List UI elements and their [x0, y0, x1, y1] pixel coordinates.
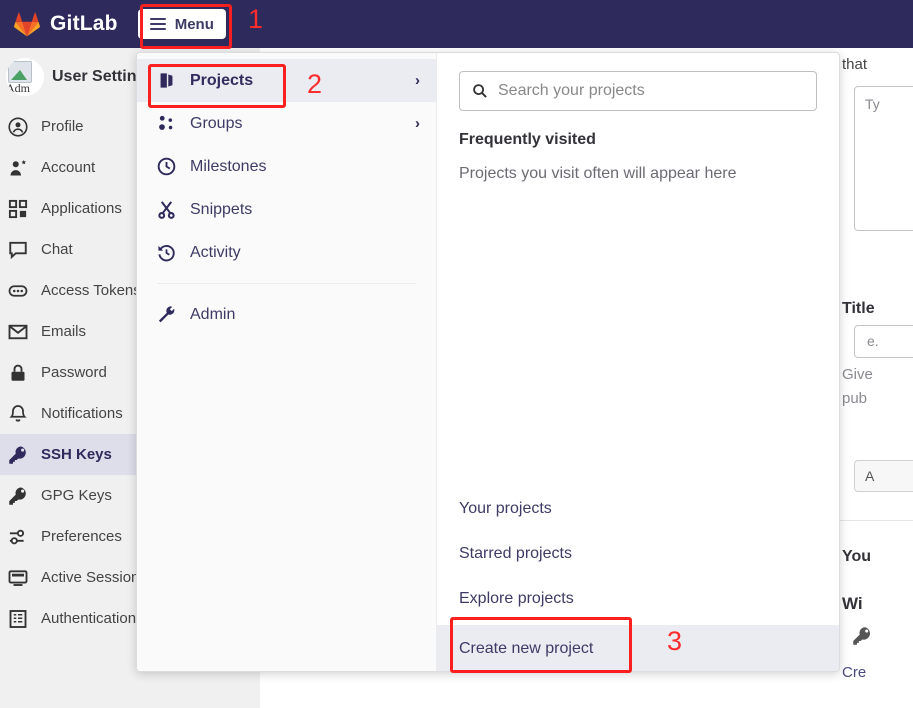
main-menu-dropdown: Projects › Groups › Milestones Snippets …	[136, 52, 840, 672]
title-input[interactable]: e.	[854, 325, 913, 358]
sidebar-item-label: Emails	[41, 323, 87, 340]
key-icon	[9, 487, 26, 505]
wrench-icon	[158, 306, 175, 323]
chevron-right-icon: ›	[415, 72, 420, 89]
sidebar-item-label: Account	[41, 159, 96, 176]
snippets-menu-item[interactable]: Snippets	[137, 188, 436, 231]
chevron-right-icon: ›	[415, 115, 420, 132]
dropdown-right-column: Search your projects Frequently visited …	[437, 53, 839, 671]
title-placeholder: e.	[867, 333, 879, 349]
history-icon	[158, 245, 175, 262]
projects-menu-item[interactable]: Projects ›	[137, 59, 436, 102]
avatar-alt-text: Adm	[6, 81, 30, 95]
search-placeholder: Search your projects	[498, 82, 645, 99]
menu-item-label: Projects	[190, 71, 254, 89]
applications-grid-icon	[8, 199, 28, 218]
search-icon	[473, 84, 487, 98]
search-area: Search your projects	[437, 53, 839, 111]
menu-button-label: Menu	[174, 15, 214, 33]
lock-icon	[11, 364, 25, 381]
menu-item-label: Admin	[190, 305, 236, 323]
sidebar-item-label: Profile	[41, 118, 84, 135]
description-textarea[interactable]: Ty	[854, 86, 913, 231]
title-label: Title	[842, 300, 875, 317]
key-name-heading: Wi	[842, 594, 863, 613]
clock-icon	[157, 157, 176, 176]
account-gear-icon	[10, 159, 26, 175]
menu-button[interactable]: Menu	[137, 9, 226, 39]
your-projects-link[interactable]: Your projects	[437, 486, 839, 531]
frequently-visited-empty-text: Projects you visit often will appear her…	[459, 165, 737, 182]
hamburger-icon	[149, 18, 166, 30]
key-created-text: Cre	[842, 664, 867, 681]
menu-item-label: Snippets	[190, 200, 253, 218]
description-placeholder: Ty	[865, 96, 880, 112]
sidebar-item-label: Access Tokens	[41, 282, 141, 299]
envelope-icon	[8, 324, 28, 339]
menu-button-wrap: Menu	[137, 9, 226, 39]
bell-icon	[9, 404, 27, 422]
token-icon	[8, 284, 28, 297]
page-content-right: that Ty Title e. Give pub A You Wi Cre	[838, 48, 913, 708]
gitlab-tanuki-icon	[14, 12, 40, 36]
add-key-button[interactable]: A	[854, 460, 913, 492]
key-icon	[853, 627, 870, 645]
menu-item-label: Groups	[190, 114, 243, 132]
menu-item-label: Activity	[190, 243, 241, 261]
projects-icon	[160, 73, 173, 88]
divider	[838, 520, 913, 521]
top-navbar: GitLab Menu	[0, 0, 913, 48]
chat-bubble-icon	[9, 241, 27, 259]
dropdown-left-column: Projects › Groups › Milestones Snippets …	[137, 53, 437, 671]
user-circle-icon	[8, 116, 28, 137]
sidebar-item-label: GPG Keys	[41, 487, 112, 504]
avatar: Adm	[6, 58, 44, 96]
groups-menu-item[interactable]: Groups ›	[137, 102, 436, 145]
brand-name: GitLab	[50, 12, 118, 35]
admin-menu-item[interactable]: Admin	[137, 293, 436, 336]
sidebar-item-label: Active Sessions	[41, 569, 147, 586]
sidebar-item-label: Preferences	[41, 528, 122, 545]
title-help-line2: pub	[842, 390, 868, 407]
milestones-menu-item[interactable]: Milestones	[137, 145, 436, 188]
key-icon	[9, 446, 26, 464]
gitlab-brand[interactable]: GitLab	[14, 12, 118, 37]
scissors-icon	[158, 201, 175, 219]
menu-item-label: Milestones	[190, 157, 267, 175]
frequently-visited-heading: Frequently visited	[459, 131, 596, 148]
your-keys-heading: You	[842, 548, 872, 565]
search-input[interactable]: Search your projects	[459, 71, 817, 111]
page-text-that: that	[842, 56, 868, 73]
sidebar-item-label: Chat	[41, 241, 73, 258]
monitor-icon	[8, 569, 28, 586]
explore-projects-link[interactable]: Explore projects	[437, 576, 839, 621]
starred-projects-link[interactable]: Starred projects	[437, 531, 839, 576]
title-help-line1: Give	[842, 366, 873, 383]
create-new-project-link[interactable]: Create new project	[437, 626, 839, 671]
sidebar-item-label: Applications	[41, 200, 122, 217]
groups-icon	[159, 115, 173, 130]
activity-menu-item[interactable]: Activity	[137, 231, 436, 274]
sidebar-item-label: Password	[41, 364, 107, 381]
dropdown-bottom-links: Your projects Starred projects Explore p…	[437, 486, 839, 671]
sliders-icon	[9, 529, 25, 544]
log-list-icon	[9, 609, 27, 628]
menu-divider	[157, 283, 416, 284]
sidebar-item-label: SSH Keys	[41, 446, 112, 463]
sidebar-item-label: Notifications	[41, 405, 123, 422]
